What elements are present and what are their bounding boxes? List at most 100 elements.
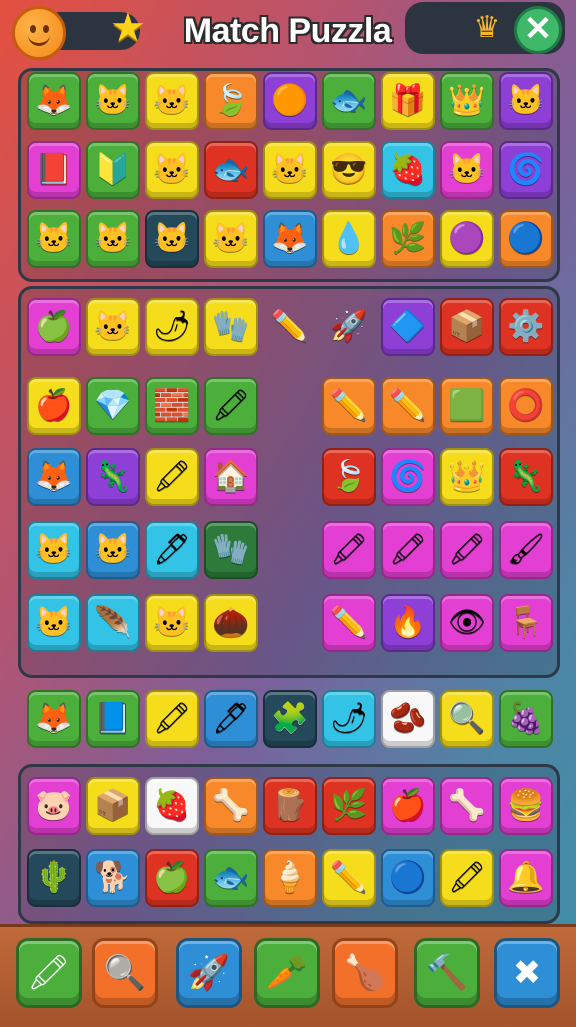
tile-crown-pot-icon[interactable]: 👑	[440, 448, 494, 506]
magnifier-tool-button[interactable]: 🔍	[92, 938, 158, 1008]
tile-crayon-icon[interactable]: 🖍	[322, 521, 376, 579]
drumstick-tool-button[interactable]: 🍗	[332, 938, 398, 1008]
tile-leaf-icon[interactable]: 🌿	[322, 777, 376, 835]
tile-gem-icon[interactable]: 💎	[86, 377, 140, 435]
tile-ring-icon[interactable]: 🔵	[381, 849, 435, 907]
tile-cat-icon[interactable]: 🐱	[27, 594, 81, 652]
tile-lizard-icon[interactable]: 🦎	[86, 448, 140, 506]
tile-blob-icon[interactable]: 🟠	[263, 72, 317, 130]
tile-fish-icon[interactable]: 🐟	[204, 141, 258, 199]
tile-cat-icon[interactable]: 🐱	[27, 521, 81, 579]
tile-cat-icon[interactable]: 🐱	[86, 521, 140, 579]
tile-feather-icon[interactable]: 🪶	[86, 594, 140, 652]
tile-fox-icon[interactable]: 🦊	[263, 210, 317, 268]
tile-gear-icon[interactable]: ⚙️	[499, 298, 553, 356]
tile-crowned-creature-icon[interactable]: 👑	[440, 72, 494, 130]
tile-fox-icon[interactable]: 🦊	[27, 690, 81, 748]
tile-fox-icon[interactable]: 🦊	[27, 448, 81, 506]
tile-berry-icon[interactable]: 🍇	[499, 690, 553, 748]
tile-dog-icon[interactable]: 🐕	[86, 849, 140, 907]
tile-flame-icon[interactable]: 🔥	[381, 594, 435, 652]
tile-burger-icon[interactable]: 🍔	[499, 777, 553, 835]
tile-crayon-icon[interactable]: 🖍	[145, 690, 199, 748]
tile-cat-icon[interactable]: 🐱	[440, 141, 494, 199]
tile-eye-icon[interactable]: 👁	[440, 594, 494, 652]
tile-cat-icon[interactable]: 🐱	[27, 210, 81, 268]
tile-splat-icon[interactable]: 🦎	[499, 448, 553, 506]
tile-book-icon[interactable]: 📕	[27, 141, 81, 199]
crayon-tool-button[interactable]: 🖍	[16, 938, 82, 1008]
tile-book-icon[interactable]: 📘	[86, 690, 140, 748]
tile-plant-icon[interactable]: 🌵	[27, 849, 81, 907]
tile-tower-icon[interactable]: 🏠	[204, 448, 258, 506]
tile-cat-icon[interactable]: 🐱	[145, 594, 199, 652]
tile-shard-icon[interactable]: 🔷	[381, 298, 435, 356]
cancel-tool-button[interactable]: ✖	[494, 938, 560, 1008]
tile-sprout-icon[interactable]: 🌿	[381, 210, 435, 268]
tile-glove-icon[interactable]: 🧤	[204, 521, 258, 579]
tile-pencil-icon[interactable]: ✏️	[381, 377, 435, 435]
tile-pepper-icon[interactable]: 🌶	[145, 298, 199, 356]
tile-fox-icon[interactable]: 🦊	[27, 72, 81, 130]
tile-berry-icon[interactable]: 🍓	[381, 141, 435, 199]
tile-rocket-icon[interactable]: 🚀	[322, 298, 376, 356]
tile-pen-icon[interactable]: 🖊	[145, 521, 199, 579]
tile-box-icon[interactable]: 🎁	[381, 72, 435, 130]
carrot-tool-button[interactable]: 🥕	[254, 938, 320, 1008]
tile-apple-icon[interactable]: 🍎	[27, 377, 81, 435]
rocket-tool-button[interactable]: 🚀	[176, 938, 242, 1008]
tile-crayon-icon[interactable]: 🖍	[204, 377, 258, 435]
tile-pencil-icon[interactable]: ✏️	[263, 298, 317, 356]
tile-green-block-icon[interactable]: 🟩	[440, 377, 494, 435]
tile-crayon-icon[interactable]: 🖍	[381, 521, 435, 579]
tile-crowned-cat-icon[interactable]: 🐱	[145, 141, 199, 199]
tile-bean-icon[interactable]: 🫘	[381, 690, 435, 748]
tile-cat-icon[interactable]: 🐱	[86, 72, 140, 130]
tile-fish-icon[interactable]: 🐟	[322, 72, 376, 130]
tile-pepper-icon[interactable]: 🌶	[322, 690, 376, 748]
tile-bone-icon[interactable]: 🦴	[440, 777, 494, 835]
tile-cat-icon[interactable]: 🐱	[86, 210, 140, 268]
tile-pinecone-icon[interactable]: 🌰	[204, 594, 258, 652]
tile-fish-icon[interactable]: 🐟	[204, 849, 258, 907]
tile-cat-icon[interactable]: 🐱	[263, 141, 317, 199]
tile-chair-icon[interactable]: 🪑	[499, 594, 553, 652]
tile-crayon-icon[interactable]: 🖍	[145, 448, 199, 506]
tile-pencil-icon[interactable]: ✏️	[322, 594, 376, 652]
tile-green-shape-icon[interactable]: 🔰	[86, 141, 140, 199]
hammer-tool-button[interactable]: 🔨	[414, 938, 480, 1008]
tile-leaf-icon[interactable]: 🍃	[322, 448, 376, 506]
tile-spiral-icon[interactable]: 🌀	[499, 141, 553, 199]
tile-pig-icon[interactable]: 🐷	[27, 777, 81, 835]
tile-pen-icon[interactable]: 🖊	[204, 690, 258, 748]
tile-bone-icon[interactable]: 🦴	[204, 777, 258, 835]
tile-cone-icon[interactable]: 🍦	[263, 849, 317, 907]
tile-cat-icon[interactable]: 🐱	[86, 298, 140, 356]
tile-brush-icon[interactable]: 🖌	[499, 521, 553, 579]
tile-brick-icon[interactable]: 🧱	[145, 377, 199, 435]
tile-puzzle-icon[interactable]: 🧩	[263, 690, 317, 748]
tile-swirl-icon[interactable]: 🌀	[381, 448, 435, 506]
tile-crate-icon[interactable]: 📦	[86, 777, 140, 835]
close-button[interactable]: ✕	[514, 6, 562, 54]
tile-strawberry-icon[interactable]: 🍓	[145, 777, 199, 835]
tile-magnifier-icon[interactable]: 🔍	[440, 690, 494, 748]
tile-crayon-icon[interactable]: 🖍	[440, 849, 494, 907]
tile-ring-icon[interactable]: ⭕	[499, 377, 553, 435]
tile-crate-icon[interactable]: 📦	[440, 298, 494, 356]
tile-glove-icon[interactable]: 🧤	[204, 298, 258, 356]
tile-apple-icon[interactable]: 🍏	[27, 298, 81, 356]
smiley-face-icon[interactable]	[12, 6, 66, 60]
tile-pencil-icon[interactable]: ✏️	[322, 377, 376, 435]
tile-crayon-icon[interactable]: 🖍	[440, 521, 494, 579]
tile-cat-icon[interactable]: 🐱	[204, 210, 258, 268]
tile-blob-icon[interactable]: 🟣	[440, 210, 494, 268]
tile-cat-icon[interactable]: 🐱	[499, 72, 553, 130]
tile-pencil-icon[interactable]: ✏️	[322, 849, 376, 907]
tile-apple-icon[interactable]: 🍎	[381, 777, 435, 835]
tile-cat-icon[interactable]: 🐱	[145, 210, 199, 268]
tile-ring-icon[interactable]: 🔵	[499, 210, 553, 268]
tile-cat-icon[interactable]: 🐱	[145, 72, 199, 130]
tile-masked-face-icon[interactable]: 😎	[322, 141, 376, 199]
tile-log-icon[interactable]: 🪵	[263, 777, 317, 835]
